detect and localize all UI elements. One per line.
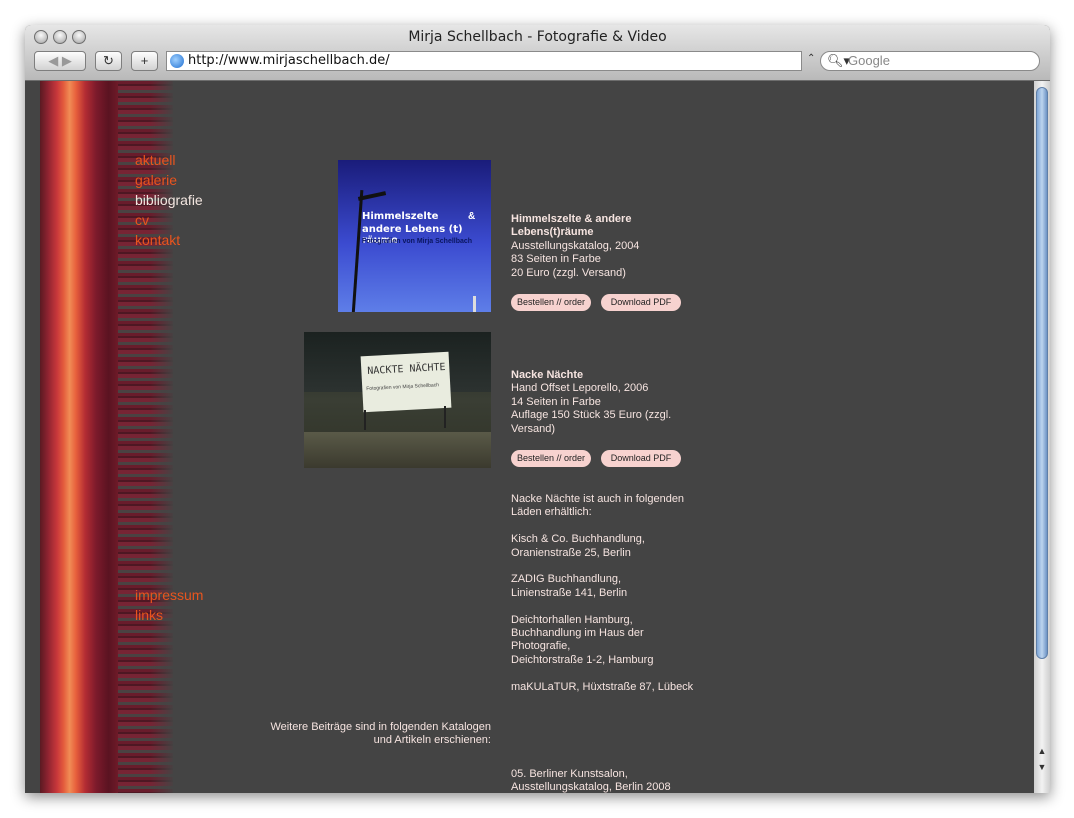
shop-3-a: Deichtorhallen Hamburg, — [511, 613, 633, 626]
shops-intro-b: Läden erhältlich: — [511, 506, 592, 519]
scrollbar-thumb[interactable] — [1036, 87, 1048, 659]
book-1-line3: 20 Euro (zzgl. Versand) — [511, 266, 626, 279]
nav-aktuell[interactable]: aktuell — [135, 150, 203, 170]
vertical-scrollbar[interactable]: ▲ ▼ — [1034, 81, 1050, 793]
shop-3-b: Buchhandlung im Haus der — [511, 627, 644, 640]
reload-button[interactable]: ↻ — [95, 51, 122, 71]
book-1-line1: Ausstellungskatalog, 2004 — [511, 239, 640, 252]
book-1-order-button[interactable]: Bestellen // order — [511, 294, 591, 311]
sign-subtext: Fotografien von Mirja Schellbach — [366, 382, 440, 393]
sign-leg-right — [444, 406, 446, 428]
further-heading-a: Weitere Beiträge sind in folgenden Katal… — [270, 721, 491, 733]
nav-kontakt[interactable]: kontakt — [135, 230, 203, 250]
back-forward-buttons[interactable]: ◀ ▶ — [34, 51, 86, 71]
page-content: aktuell galerie bibliografie cv kontakt … — [25, 81, 1034, 793]
search-icon: 🔍︎▾ — [827, 53, 851, 68]
scroll-up-arrow-icon[interactable]: ▲ — [1036, 745, 1048, 757]
street-light — [473, 296, 476, 312]
url-text: http://www.mirjaschellbach.de/ — [188, 53, 390, 68]
nav-cv[interactable]: cv — [135, 210, 203, 230]
further-heading-b: und Artikeln erschienen: — [373, 734, 491, 747]
search-placeholder: Google — [848, 53, 890, 68]
shop-2-b: Linienstraße 141, Berlin — [511, 586, 628, 599]
decorative-stripe — [40, 81, 118, 793]
book-cover-himmelszelte[interactable]: Himmelszelte & andere Lebens (t) räume F… — [338, 160, 491, 312]
further-entry-1-b: Ausstellungskatalog, Berlin 2008 — [511, 781, 671, 793]
ground — [304, 432, 491, 468]
book-2-download-pdf-button[interactable]: Download PDF — [601, 450, 681, 467]
shops-list: Nacke Nächte ist auch in folgenden Läden… — [511, 493, 711, 694]
book-1-info: Himmelszelte & andere Lebens(t)räume Aus… — [511, 213, 639, 280]
main-nav: aktuell galerie bibliografie cv kontakt — [135, 150, 203, 250]
book-1-title-b: Lebens(t)räume — [511, 226, 594, 239]
book-cover-nacke-naechte[interactable]: NACKTE NÄCHTE Fotografien von Mirja Sche… — [304, 332, 491, 468]
cover-title-1: Himmelszelte — [362, 211, 439, 222]
sign-board: NACKTE NÄCHTE Fotografien von Mirja Sche… — [360, 351, 452, 413]
book-1-download-pdf-button[interactable]: Download PDF — [601, 294, 681, 311]
lamp-post-icon — [351, 190, 364, 312]
plus-icon: + — [140, 53, 149, 68]
snapback-icon[interactable]: ⌃ — [807, 53, 815, 64]
scroll-down-arrow-icon[interactable]: ▼ — [1036, 761, 1048, 773]
sign-leg-left — [364, 410, 366, 430]
book-1-title-a: Himmelszelte & andere — [511, 213, 632, 225]
back-arrow-icon[interactable]: ◀ — [48, 53, 58, 68]
book-2-order-button[interactable]: Bestellen // order — [511, 450, 591, 467]
nav-links[interactable]: links — [135, 605, 203, 625]
shop-4: maKULaTUR, Hüxtstraße 87, Lübeck — [511, 680, 694, 693]
window-title: Mirja Schellbach - Fotografie & Video — [408, 29, 667, 45]
globe-icon — [170, 54, 184, 68]
cover-subtitle: Fotografien von Mirja Schellbach — [362, 238, 473, 245]
nav-galerie[interactable]: galerie — [135, 170, 203, 190]
book-2-line3a: Auflage 150 Stück 35 Euro (zzgl. — [511, 409, 672, 422]
nav-impressum[interactable]: impressum — [135, 585, 203, 605]
book-1-line2: 83 Seiten in Farbe — [511, 253, 601, 266]
further-entry-1-a: 05. Berliner Kunstsalon, — [511, 768, 628, 780]
browser-window: Mirja Schellbach - Fotografie & Video ◀ … — [25, 25, 1050, 793]
shop-3-c: Photografie, — [511, 640, 571, 653]
shops-intro-a: Nacke Nächte ist auch in folgenden — [511, 493, 685, 505]
shop-1-a: Kisch & Co. Buchhandlung, — [511, 533, 645, 546]
further-entry-1: 05. Berliner Kunstsalon, Ausstellungskat… — [511, 768, 671, 793]
shop-1-b: Oranienstraße 25, Berlin — [511, 546, 631, 559]
cover-amp: & — [468, 211, 476, 222]
add-bookmark-button[interactable]: + — [131, 51, 158, 71]
footer-nav: impressum links — [135, 585, 203, 625]
further-heading: Weitere Beiträge sind in folgenden Katal… — [270, 721, 491, 748]
reload-icon: ↻ — [103, 53, 114, 68]
address-bar[interactable]: http://www.mirjaschellbach.de/ — [166, 51, 802, 71]
forward-arrow-icon[interactable]: ▶ — [62, 53, 72, 68]
book-2-info: Nacke Nächte Hand Offset Leporello, 2006… — [511, 369, 671, 436]
browser-toolbar: Mirja Schellbach - Fotografie & Video ◀ … — [25, 25, 1050, 81]
shop-3-d: Deichtorstraße 1-2, Hamburg — [511, 653, 654, 666]
shop-2-a: ZADIG Buchhandlung, — [511, 573, 622, 586]
book-2-line2: 14 Seiten in Farbe — [511, 395, 601, 408]
search-field[interactable]: 🔍︎▾ Google — [820, 51, 1040, 71]
book-2-line1: Hand Offset Leporello, 2006 — [511, 382, 649, 395]
book-2-line3b: Versand) — [511, 422, 556, 435]
book-2-title: Nacke Nächte — [511, 369, 584, 381]
sign-text: NACKTE NÄCHTE — [367, 361, 446, 377]
nav-bibliografie[interactable]: bibliografie — [135, 190, 203, 210]
